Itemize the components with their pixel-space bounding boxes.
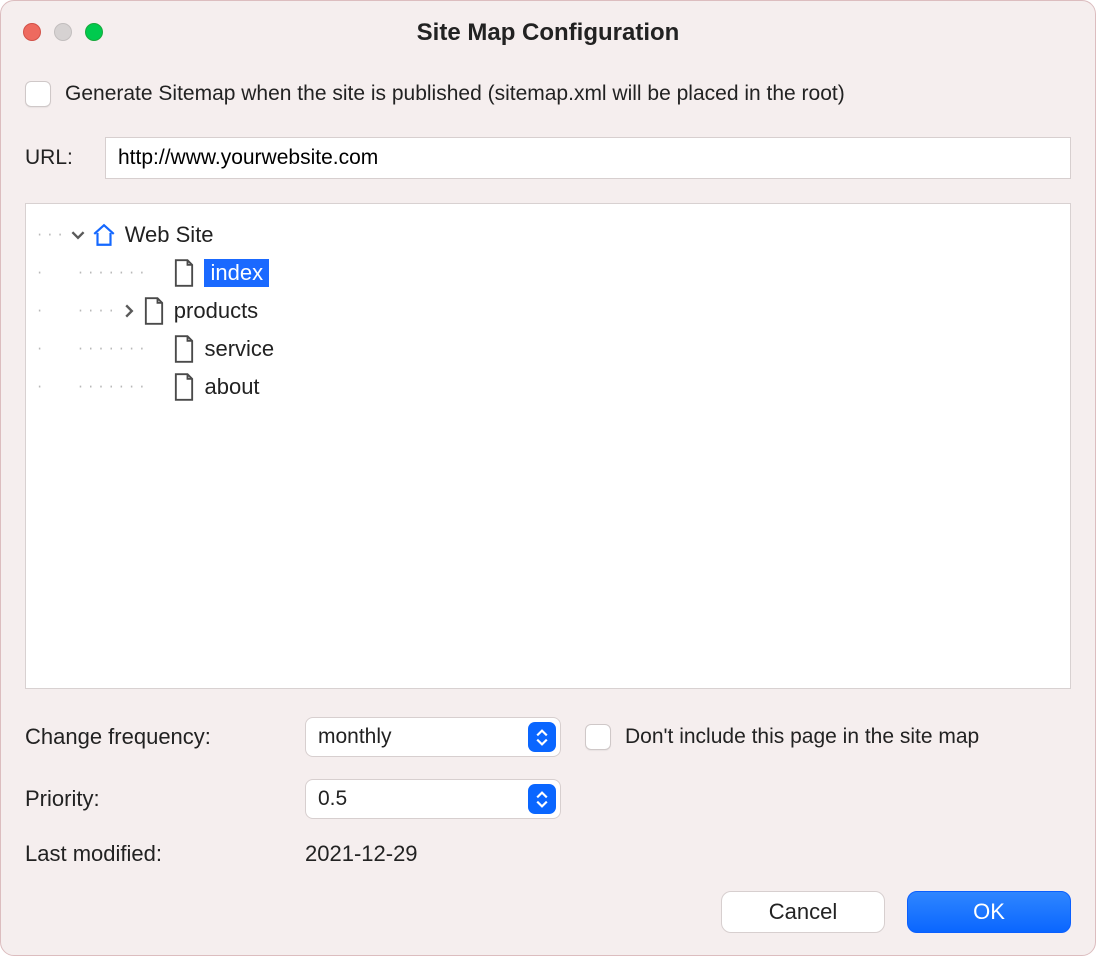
updown-arrows-icon [528, 784, 556, 814]
frequency-label: Change frequency: [25, 724, 305, 750]
tree-item-label: index [204, 259, 269, 287]
tree-item-index[interactable]: · ······· index [36, 254, 1060, 292]
tree-item-label: about [204, 374, 259, 400]
page-icon [172, 259, 196, 287]
updown-arrows-icon [528, 722, 556, 752]
page-tree[interactable]: ··· Web Site · ······· index [25, 203, 1071, 689]
chevron-right-icon[interactable] [118, 300, 140, 322]
priority-label: Priority: [25, 786, 305, 812]
exclude-row: Don't include this page in the site map [585, 724, 1071, 750]
dialog-footer: Cancel OK [721, 891, 1071, 933]
page-icon [142, 297, 166, 325]
ok-button[interactable]: OK [907, 891, 1071, 933]
cancel-button[interactable]: Cancel [721, 891, 885, 933]
url-row: URL: [25, 137, 1071, 179]
minimize-icon[interactable] [54, 23, 72, 41]
close-icon[interactable] [23, 23, 41, 41]
tree-guide: · ······· [36, 342, 148, 356]
tree-guide: · ···· [36, 304, 118, 318]
generate-sitemap-row: Generate Sitemap when the site is publis… [25, 81, 1071, 107]
tree-item-products[interactable]: · ···· products [36, 292, 1060, 330]
generate-sitemap-label: Generate Sitemap when the site is publis… [65, 82, 845, 106]
tree-guide: · ······· [36, 380, 148, 394]
tree-guide: ··· [36, 228, 67, 242]
page-icon [172, 335, 196, 363]
modified-label: Last modified: [25, 841, 305, 867]
options-grid: Change frequency: monthly Don't include … [25, 717, 1071, 867]
url-input[interactable] [105, 137, 1071, 179]
tree-spacer [148, 376, 170, 398]
exclude-label: Don't include this page in the site map [625, 725, 979, 749]
priority-select[interactable]: 0.5 [305, 779, 561, 819]
tree-root-label: Web Site [125, 222, 214, 248]
frequency-value: monthly [318, 725, 392, 749]
chevron-down-icon[interactable] [67, 224, 89, 246]
tree-guide: · ······· [36, 266, 148, 280]
tree-spacer [148, 338, 170, 360]
tree-root-row[interactable]: ··· Web Site [36, 216, 1060, 254]
window-controls [23, 23, 103, 41]
modified-value: 2021-12-29 [305, 841, 585, 867]
window-title: Site Map Configuration [21, 13, 1075, 47]
sitemap-config-dialog: Site Map Configuration Generate Sitemap … [0, 0, 1096, 956]
exclude-checkbox[interactable] [585, 724, 611, 750]
generate-sitemap-checkbox[interactable] [25, 81, 51, 107]
tree-item-service[interactable]: · ······· service [36, 330, 1060, 368]
priority-value: 0.5 [318, 787, 347, 811]
frequency-select[interactable]: monthly [305, 717, 561, 757]
home-icon [91, 222, 117, 248]
tree-item-label: products [174, 298, 258, 324]
tree-item-label: service [204, 336, 274, 362]
tree-spacer [148, 262, 170, 284]
tree-item-about[interactable]: · ······· about [36, 368, 1060, 406]
page-icon [172, 373, 196, 401]
url-label: URL: [25, 146, 81, 170]
titlebar: Site Map Configuration [1, 1, 1095, 59]
zoom-icon[interactable] [85, 23, 103, 41]
